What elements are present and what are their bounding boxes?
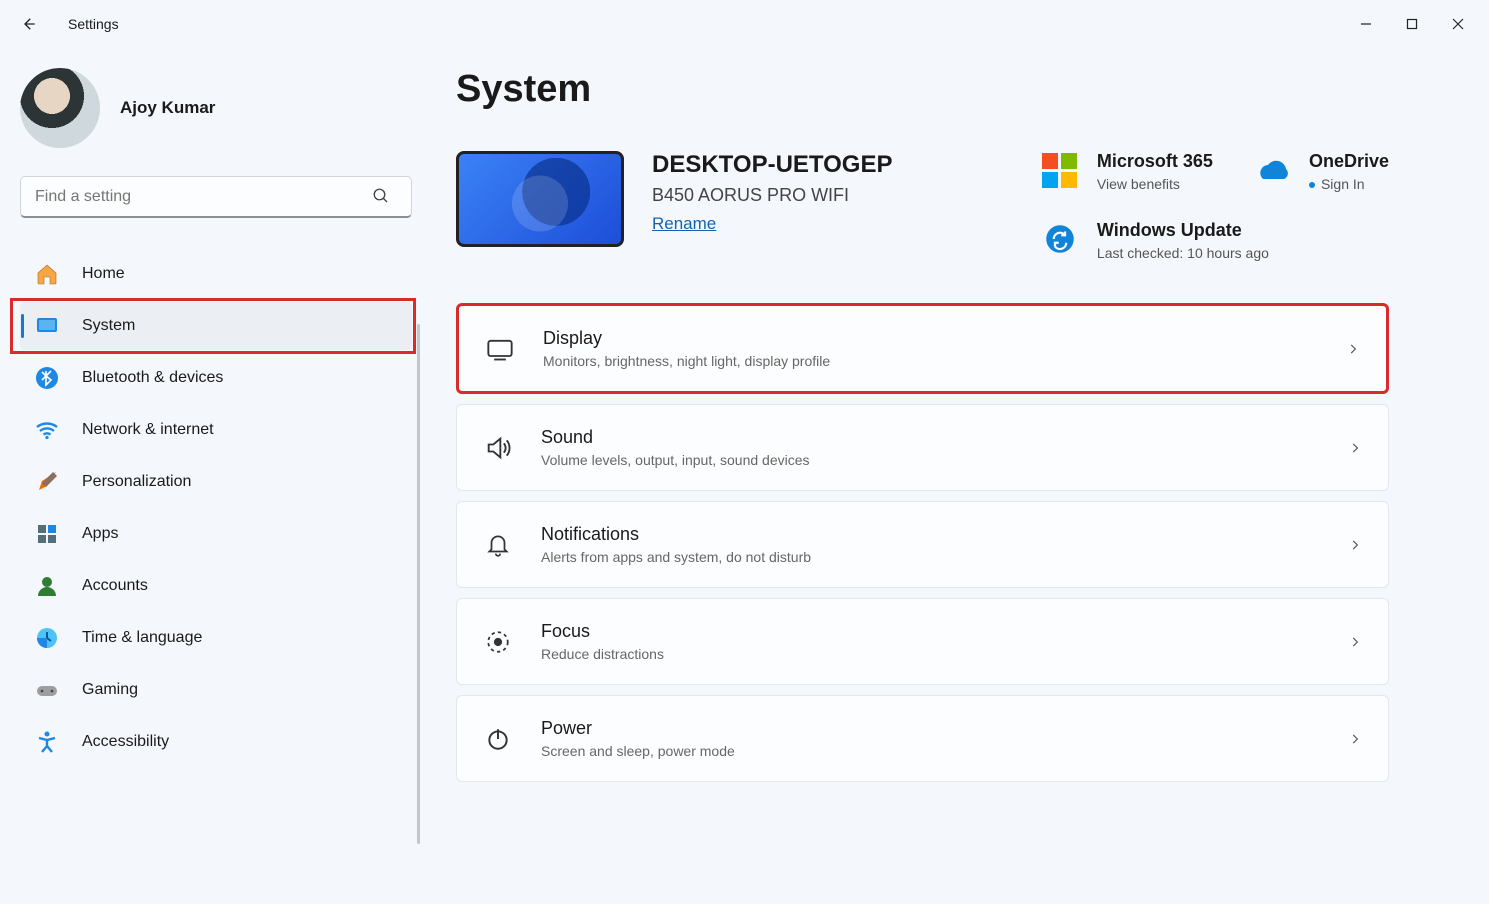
device-name: DESKTOP-UETOGEP — [652, 151, 893, 179]
search-wrap — [20, 176, 408, 218]
ms365-title: Microsoft 365 — [1097, 151, 1213, 172]
titlebar-title: Settings — [68, 16, 119, 32]
nav-label: Accounts — [82, 577, 148, 595]
chevron-right-icon — [1348, 732, 1362, 746]
chevron-right-icon — [1348, 635, 1362, 649]
setting-notifications[interactable]: Notifications Alerts from apps and system… — [456, 501, 1389, 588]
chevron-right-icon — [1348, 441, 1362, 455]
focus-icon — [483, 627, 513, 657]
ms365-sub: View benefits — [1097, 176, 1213, 192]
onedrive-icon — [1253, 151, 1291, 189]
clock-icon — [34, 625, 60, 651]
info-cards: Microsoft 365 View benefits OneDrive Sign … — [1041, 151, 1389, 261]
setting-display[interactable]: Display Monitors, brightness, night light… — [456, 303, 1389, 394]
sidebar-scrollbar[interactable] — [417, 324, 420, 844]
nav-network[interactable]: Network & internet — [20, 406, 412, 454]
nav-label: Accessibility — [82, 733, 169, 751]
rename-link[interactable]: Rename — [652, 214, 716, 234]
nav-label: Personalization — [82, 473, 191, 491]
nav-apps[interactable]: Apps — [20, 510, 412, 558]
nav-accounts[interactable]: Accounts — [20, 562, 412, 610]
nav-personalization[interactable]: Personalization — [20, 458, 412, 506]
wifi-icon — [34, 417, 60, 443]
home-icon — [34, 261, 60, 287]
device-thumbnail[interactable] — [456, 151, 624, 247]
avatar — [20, 68, 100, 148]
update-icon — [1041, 220, 1079, 258]
device-section: DESKTOP-UETOGEP B450 AORUS PRO WIFI Rena… — [456, 151, 1389, 261]
close-button[interactable] — [1435, 8, 1481, 40]
accessibility-icon — [34, 729, 60, 755]
power-icon — [483, 724, 513, 754]
nav-label: Time & language — [82, 629, 202, 647]
apps-icon — [34, 521, 60, 547]
user-profile[interactable]: Ajoy Kumar — [20, 68, 408, 148]
gamepad-icon — [34, 677, 60, 703]
back-button[interactable] — [8, 4, 48, 44]
ms365-card[interactable]: Microsoft 365 View benefits — [1041, 151, 1213, 192]
setting-sub: Alerts from apps and system, do not dist… — [541, 549, 811, 565]
back-arrow-icon — [19, 15, 37, 33]
setting-power[interactable]: Power Screen and sleep, power mode — [456, 695, 1389, 782]
brush-icon — [34, 469, 60, 495]
status-dot-icon — [1309, 182, 1315, 188]
maximize-icon — [1406, 18, 1418, 30]
minimize-button[interactable] — [1343, 8, 1389, 40]
setting-focus[interactable]: Focus Reduce distractions — [456, 598, 1389, 685]
setting-sub: Screen and sleep, power mode — [541, 743, 735, 759]
highlight-box — [10, 298, 416, 354]
bell-icon — [483, 530, 513, 560]
system-icon — [34, 313, 60, 339]
nav-label: Home — [82, 265, 125, 283]
sidebar: Ajoy Kumar Home System Bluetooth & devic… — [0, 48, 420, 904]
titlebar: Settings — [0, 0, 1489, 48]
close-icon — [1452, 18, 1464, 30]
onedrive-card[interactable]: OneDrive Sign In — [1253, 151, 1389, 192]
nav-system[interactable]: System — [20, 302, 412, 350]
setting-sound[interactable]: Sound Volume levels, output, input, sound… — [456, 404, 1389, 491]
onedrive-sub: Sign In — [1321, 176, 1365, 192]
nav-label: Apps — [82, 525, 118, 543]
settings-list: Display Monitors, brightness, night light… — [456, 303, 1389, 782]
nav-gaming[interactable]: Gaming — [20, 666, 412, 714]
main-content: System DESKTOP-UETOGEP B450 AORUS PRO WI… — [420, 48, 1489, 904]
update-sub: Last checked: 10 hours ago — [1097, 245, 1269, 261]
minimize-icon — [1360, 18, 1372, 30]
search-icon — [372, 187, 390, 205]
setting-title: Focus — [541, 621, 664, 642]
update-card[interactable]: Windows Update Last checked: 10 hours ago — [1041, 220, 1389, 261]
chevron-right-icon — [1346, 342, 1360, 356]
setting-sub: Reduce distractions — [541, 646, 664, 662]
setting-title: Sound — [541, 427, 810, 448]
setting-title: Notifications — [541, 524, 811, 545]
setting-title: Display — [543, 328, 830, 349]
nav-label: Gaming — [82, 681, 138, 699]
page-title: System — [456, 68, 1389, 111]
maximize-button[interactable] — [1389, 8, 1435, 40]
search-input[interactable] — [20, 176, 412, 218]
display-icon — [485, 334, 515, 364]
setting-title: Power — [541, 718, 735, 739]
nav-label: System — [82, 317, 135, 335]
device-info: DESKTOP-UETOGEP B450 AORUS PRO WIFI Rena… — [652, 151, 893, 234]
nav-bluetooth[interactable]: Bluetooth & devices — [20, 354, 412, 402]
nav-time[interactable]: Time & language — [20, 614, 412, 662]
setting-sub: Volume levels, output, input, sound devi… — [541, 452, 810, 468]
setting-sub: Monitors, brightness, night light, displ… — [543, 353, 830, 369]
device-model: B450 AORUS PRO WIFI — [652, 185, 893, 206]
nav-label: Bluetooth & devices — [82, 369, 223, 387]
nav-list: Home System Bluetooth & devices Network … — [20, 250, 412, 766]
user-name: Ajoy Kumar — [120, 98, 215, 118]
nav-home[interactable]: Home — [20, 250, 412, 298]
bluetooth-icon — [34, 365, 60, 391]
nav-label: Network & internet — [82, 421, 214, 439]
chevron-right-icon — [1348, 538, 1362, 552]
sound-icon — [483, 433, 513, 463]
nav-accessibility[interactable]: Accessibility — [20, 718, 412, 766]
update-title: Windows Update — [1097, 220, 1269, 241]
person-icon — [34, 573, 60, 599]
onedrive-title: OneDrive — [1309, 151, 1389, 172]
ms-logo-icon — [1041, 151, 1079, 189]
